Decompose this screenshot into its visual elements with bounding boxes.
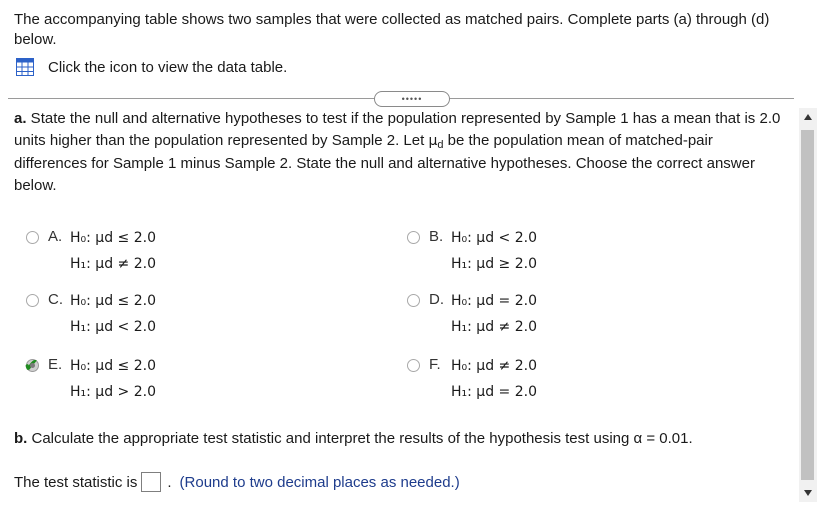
option-d-h0: H₀: μd = 2.0 [451,293,537,309]
option-d[interactable]: D. H₀: μd = 2.0 H₁: μd ≠ 2.0 [407,291,537,340]
option-e-letter: E. [48,356,63,373]
expand-toggle-button[interactable]: ••••• [374,91,450,107]
option-c-letter: C. [48,291,63,308]
part-b-label: b. [14,430,28,447]
option-e-h0: H₀: μd ≤ 2.0 [70,358,156,374]
option-b-h0: H₀: μd < 2.0 [451,230,537,246]
option-a-h0: H₀: μd ≤ 2.0 [70,230,156,246]
radio-option-e[interactable]: ✔ [24,356,39,375]
test-statistic-input[interactable] [141,472,162,492]
radio-option-c[interactable] [26,294,39,307]
intro-text: The accompanying table shows two samples… [14,11,770,48]
scrollbar-thumb[interactable] [801,130,814,480]
option-b[interactable]: B. H₀: μd < 2.0 H₁: μd ≥ 2.0 [407,228,537,277]
option-c-h1: H₁: μd < 2.0 [70,319,156,335]
option-c[interactable]: C. H₀: μd ≤ 2.0 H₁: μd < 2.0 [26,291,156,340]
option-d-letter: D. [429,291,444,308]
checkmark-icon: ✔ [24,356,39,375]
option-d-h1: H₁: μd ≠ 2.0 [451,319,537,335]
part-a-question: a. State the null and alternative hypoth… [14,108,786,197]
option-f-letter: F. [429,356,441,373]
data-table-link-label[interactable]: Click the icon to view the data table. [48,59,287,76]
scroll-down-arrow-icon[interactable] [799,484,817,502]
part-b-question: b. Calculate the appropriate test statis… [14,430,693,447]
rounding-hint: (Round to two decimal places as needed.) [179,473,460,491]
radio-option-d[interactable] [407,294,420,307]
option-e-h1: H₁: μd > 2.0 [70,384,156,400]
option-f-h1: H₁: μd = 2.0 [451,384,537,400]
part-b-text: Calculate the appropriate test statistic… [27,430,693,447]
table-grid-icon[interactable] [16,58,34,76]
option-a[interactable]: A. H₀: μd ≤ 2.0 H₁: μd ≠ 2.0 [26,228,156,277]
option-a-letter: A. [48,228,63,245]
ellipsis-icon: ••••• [401,93,423,104]
option-e[interactable]: ✔ E. H₀: μd ≤ 2.0 H₁: μd > 2.0 [24,356,156,405]
test-statistic-label: The test statistic is [14,473,138,491]
radio-option-b[interactable] [407,231,420,244]
option-c-h0: H₀: μd ≤ 2.0 [70,293,156,309]
test-statistic-row: The test statistic is . (Round to two de… [14,472,460,492]
option-b-h1: H₁: μd ≥ 2.0 [451,256,537,272]
mu-subscript: d [437,139,444,151]
test-statistic-period: . [167,473,172,491]
radio-option-f[interactable] [407,359,420,372]
scroll-up-arrow-icon[interactable] [799,108,817,126]
vertical-scrollbar[interactable] [799,108,817,502]
option-f-h0: H₀: μd ≠ 2.0 [451,358,537,374]
data-table-link[interactable]: Click the icon to view the data table. [16,58,287,76]
option-a-h1: H₁: μd ≠ 2.0 [70,256,156,272]
option-b-letter: B. [429,228,444,245]
part-a-label: a. [14,110,27,127]
option-f[interactable]: F. H₀: μd ≠ 2.0 H₁: μd = 2.0 [407,356,537,405]
radio-option-a[interactable] [26,231,39,244]
